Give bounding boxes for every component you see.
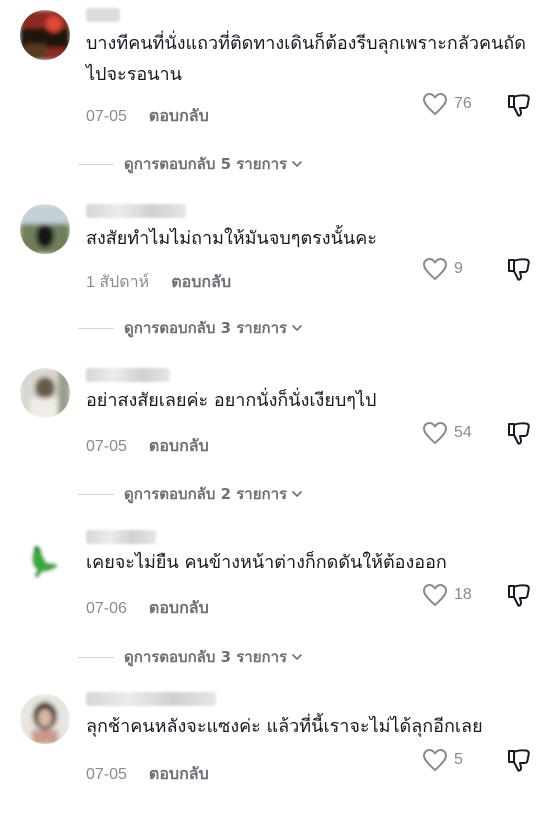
reply-button[interactable]: ตอบกลับ [171, 270, 231, 295]
comment-text: เคยจะไม่ยืน คนข้างหน้าต่างก็กดดันให้ต้อง… [86, 552, 447, 573]
comment-text: ลุกช้าคนหลังจะแซงค่ะ แล้วที่นี้เราจะไม่ไ… [86, 716, 483, 737]
username-blurred[interactable] [86, 368, 170, 382]
avatar[interactable] [20, 694, 70, 744]
like-count: 76 [454, 95, 472, 112]
like-button[interactable]: 5 [422, 748, 463, 772]
chevron-down-icon [292, 490, 303, 498]
reply-button[interactable]: ตอบกลับ [149, 596, 209, 621]
reply-button[interactable]: ตอบกลับ [149, 104, 209, 129]
username-blurred[interactable] [86, 8, 120, 22]
like-button[interactable]: 76 [422, 92, 472, 116]
dislike-button[interactable] [506, 747, 532, 773]
thumbs-down-outline-icon [508, 258, 530, 281]
view-replies-button[interactable]: ดูการตอบกลับ 3 รายการ [78, 316, 303, 340]
heart-outline-icon [423, 422, 447, 444]
heart-outline-icon [423, 749, 447, 771]
like-button[interactable]: 54 [422, 421, 472, 445]
reply-button[interactable]: ตอบกลับ [149, 762, 209, 787]
comment-text: สงสัยทำไมไม่ถามให้มันจบๆตรงนั้นคะ [86, 228, 377, 249]
like-count: 5 [454, 751, 463, 768]
like-count: 18 [454, 586, 472, 603]
comment-date: 07-05 [86, 437, 127, 455]
dislike-button[interactable] [506, 92, 532, 118]
divider-line [78, 656, 114, 658]
view-replies-button[interactable]: ดูการตอบกลับ 2 รายการ [78, 482, 303, 506]
comment-item: สงสัยทำไมไม่ถามให้มันจบๆตรงนั้นคะ 1 สัปด… [0, 190, 550, 320]
dislike-button[interactable] [506, 420, 532, 446]
comment-item: ลุกช้าคนหลังจะแซงค่ะ แล้วที่นี้เราจะไม่ไ… [0, 684, 550, 814]
dislike-button[interactable] [506, 256, 532, 282]
username-blurred[interactable] [86, 204, 186, 218]
heart-outline-icon [423, 584, 447, 606]
heart-outline-icon [423, 258, 447, 280]
view-replies-label: ดูการตอบกลับ 3 รายการ [124, 648, 288, 666]
avatar[interactable] [20, 534, 70, 584]
view-replies-label: ดูการตอบกลับ 5 รายการ [124, 155, 288, 173]
like-button[interactable]: 18 [422, 583, 472, 607]
username-blurred[interactable] [86, 530, 156, 544]
like-count: 9 [454, 260, 463, 277]
comment-text: อย่าสงสัยเลยค่ะ อยากนั่งก็นั่งเงียบๆไป [86, 390, 377, 411]
view-replies-label: ดูการตอบกลับ 3 รายการ [124, 319, 288, 337]
view-replies-button[interactable]: ดูการตอบกลับ 5 รายการ [78, 152, 303, 176]
avatar[interactable] [20, 10, 70, 60]
avatar[interactable] [20, 204, 70, 254]
thumbs-down-outline-icon [508, 749, 530, 772]
reply-button[interactable]: ตอบกลับ [149, 434, 209, 459]
avatar[interactable] [20, 368, 70, 418]
like-button[interactable]: 9 [422, 257, 463, 281]
comment-date: 1 สัปดาห์ [86, 274, 150, 291]
view-replies-button[interactable]: ดูการตอบกลับ 3 รายการ [78, 645, 303, 669]
comment-date: 07-05 [86, 107, 127, 125]
like-count: 54 [454, 424, 472, 441]
comment-date: 07-06 [86, 599, 127, 617]
view-replies-label: ดูการตอบกลับ 2 รายการ [124, 485, 288, 503]
divider-line [78, 493, 114, 495]
heart-outline-icon [423, 93, 447, 115]
chevron-down-icon [292, 324, 303, 332]
chevron-down-icon [292, 653, 303, 661]
dislike-button[interactable] [506, 582, 532, 608]
chevron-down-icon [292, 160, 303, 168]
thumbs-down-outline-icon [508, 584, 530, 607]
thumbs-down-outline-icon [508, 94, 530, 117]
comment-item: อย่าสงสัยเลยค่ะ อยากนั่งก็นั่งเงียบๆไป 0… [0, 356, 550, 486]
username-blurred[interactable] [86, 692, 216, 706]
comment-item: บางทีคนที่นั่งแถวที่ติดทางเดินก็ต้องรีบล… [0, 0, 550, 130]
divider-line [78, 327, 114, 329]
thumbs-down-outline-icon [508, 422, 530, 445]
comment-date: 07-05 [86, 765, 127, 783]
comment-item: เคยจะไม่ยืน คนข้างหน้าต่างก็กดดันให้ต้อง… [0, 522, 550, 652]
divider-line [78, 163, 114, 165]
comment-text: บางทีคนที่นั่งแถวที่ติดทางเดินก็ต้องรีบล… [86, 33, 526, 85]
